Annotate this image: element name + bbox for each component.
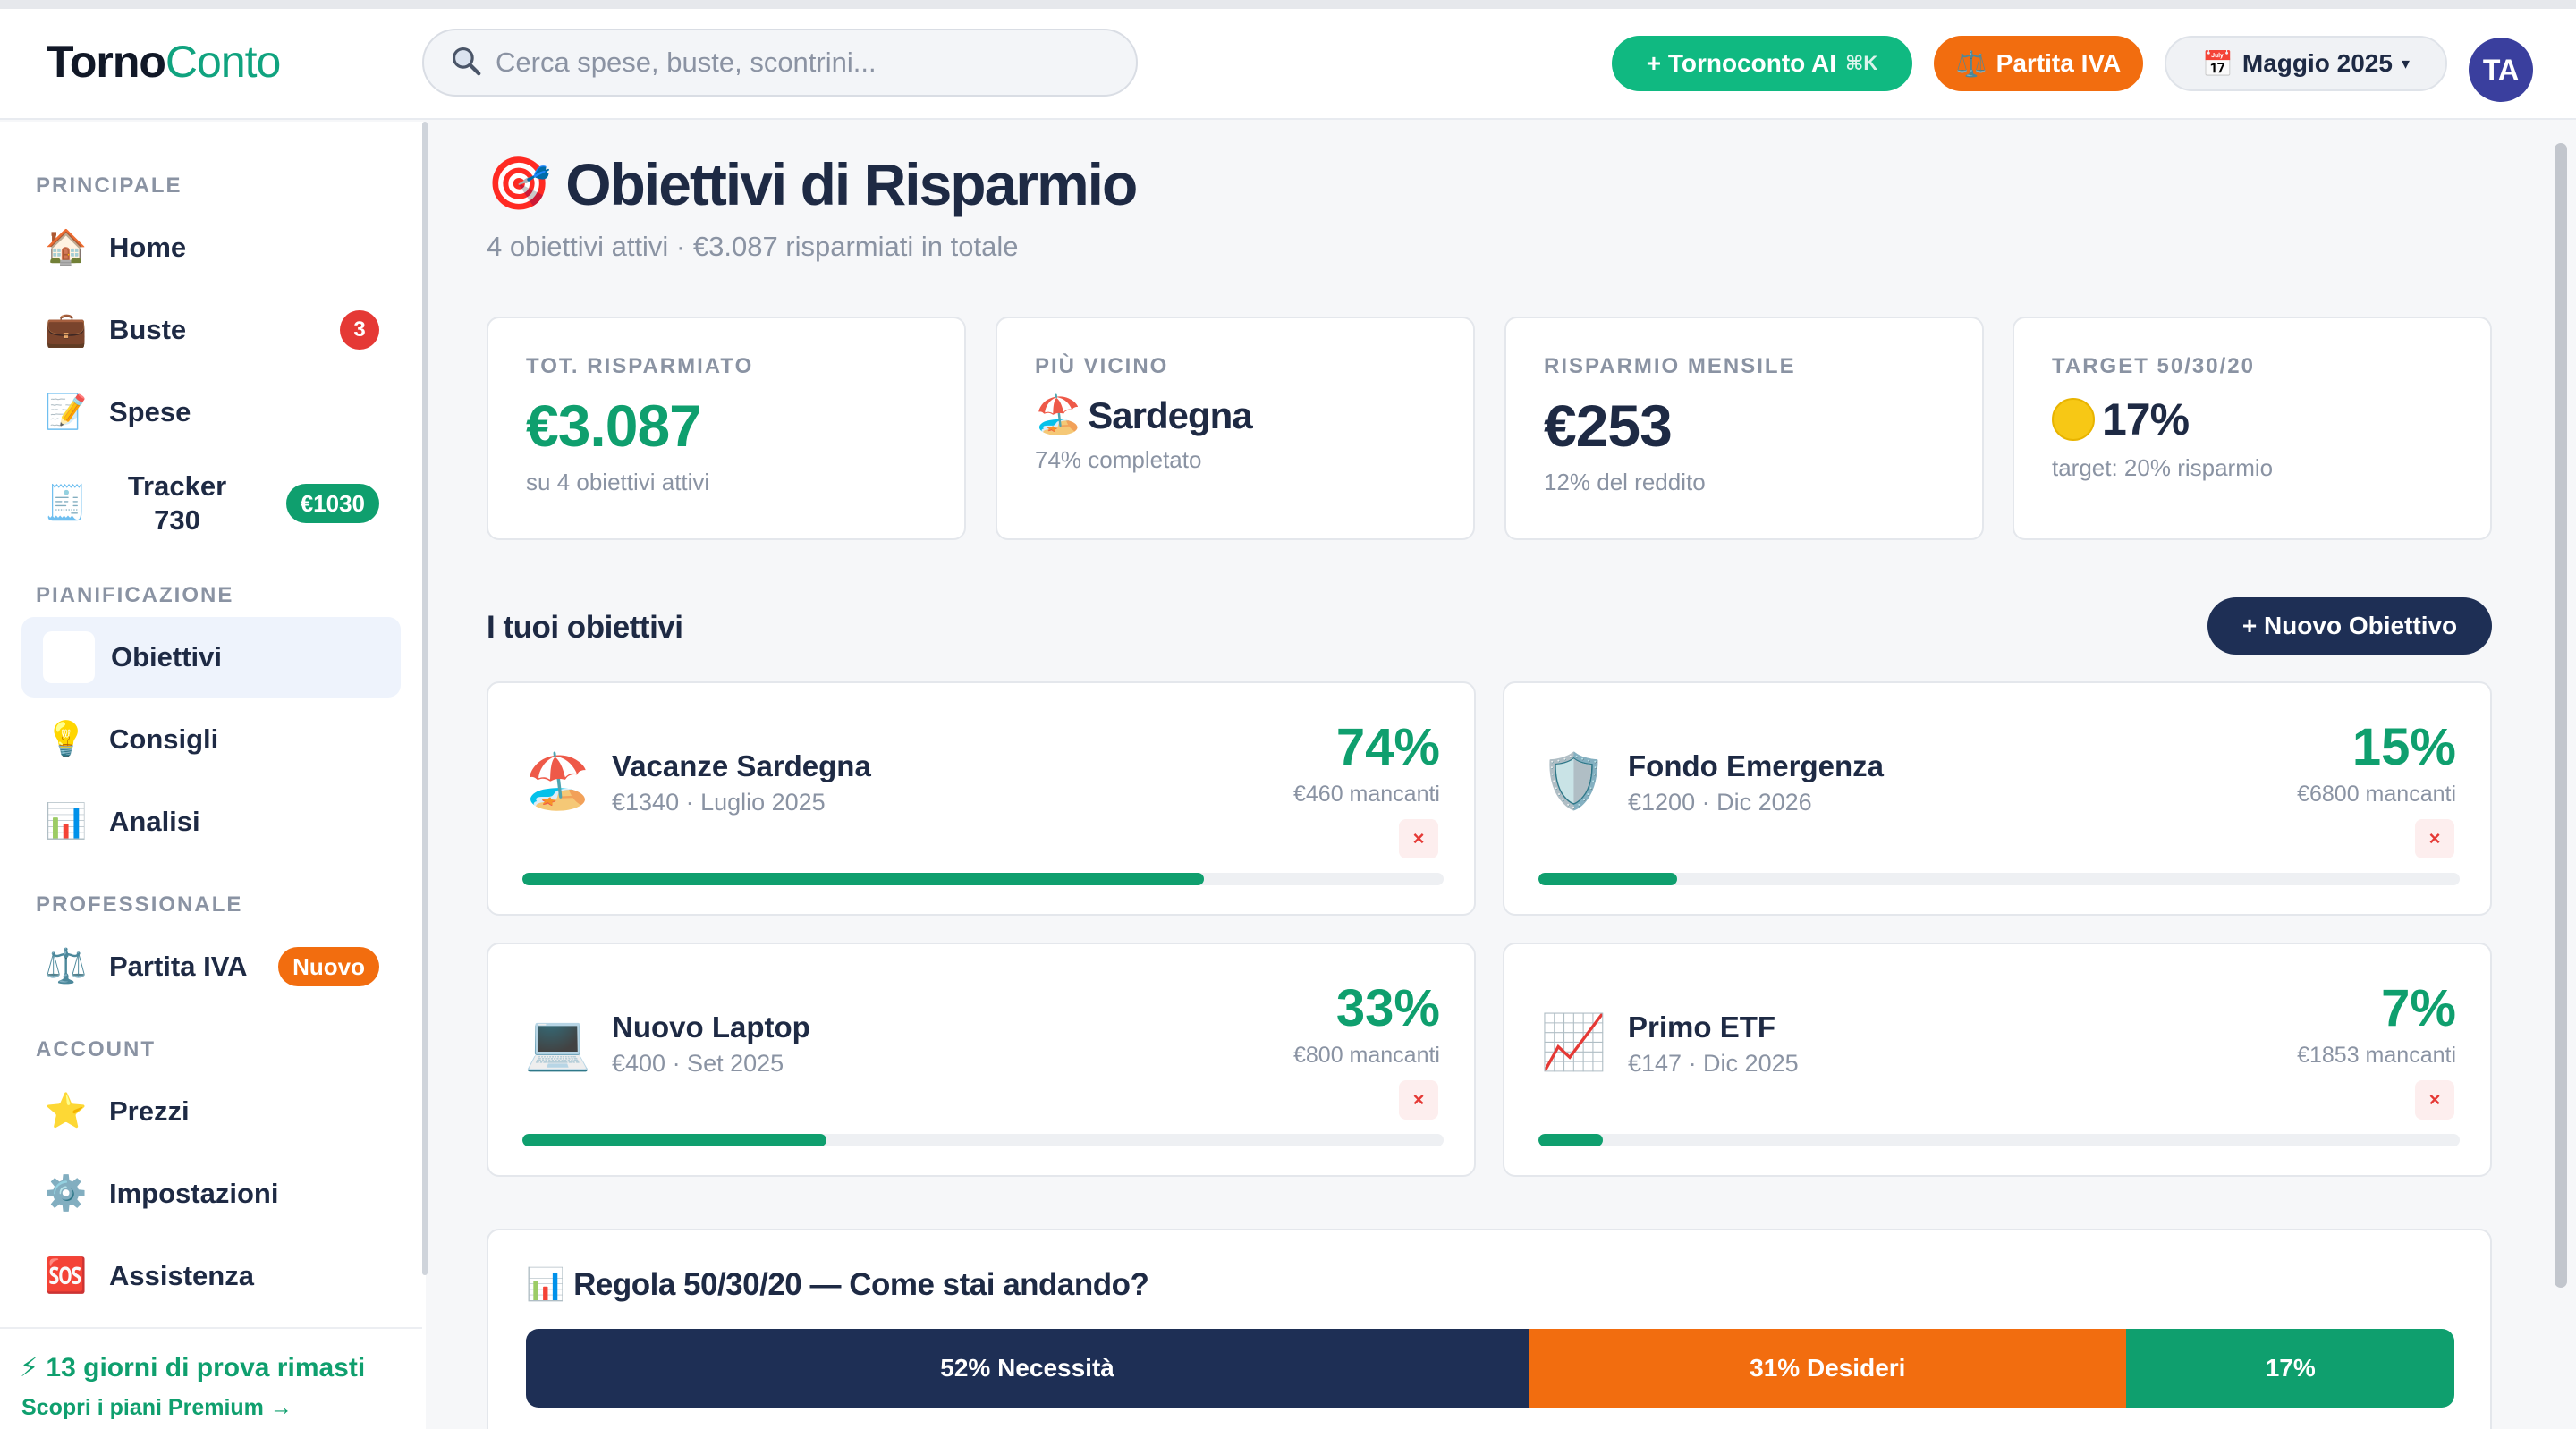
beach-umbrella-icon: 🏖️ [524, 751, 591, 811]
trial-status: ⚡ 13 giorni di prova rimasti [20, 1353, 366, 1382]
stat-closest: PIÙ VICINO 🏖️ Sardegna 74% completato [996, 317, 1475, 540]
target-icon: 🎯 [487, 155, 552, 213]
memo-icon: 📝 [45, 393, 88, 431]
buste-count-badge: 3 [340, 310, 379, 350]
user-avatar[interactable]: TA [2469, 38, 2533, 102]
star-icon: ⭐ [45, 1093, 88, 1130]
sos-icon: 🆘 [45, 1257, 88, 1295]
page-subtitle: 4 obiettivi attivi · €3.087 risparmiati … [487, 231, 1019, 262]
delete-goal-button[interactable]: × [1399, 819, 1438, 858]
target-icon [43, 631, 95, 683]
sidebar-item-spese[interactable]: 📝 Spese [21, 372, 401, 452]
segment-desideri: 31% Desideri [1529, 1329, 2127, 1408]
lightbulb-icon: 💡 [45, 721, 88, 758]
yellow-circle-icon [2052, 398, 2095, 441]
sidebar-item-home[interactable]: 🏠 Home [21, 207, 401, 288]
delete-goal-button[interactable]: × [2415, 1080, 2454, 1120]
sidebar-divider [0, 1327, 422, 1329]
chart-up-icon: 📈 [1540, 1012, 1607, 1072]
month-selector[interactable]: 📅 Maggio 2025 ▾ [2165, 36, 2447, 91]
goal-progress-fill [522, 1134, 826, 1146]
lightning-icon: ⚡ [20, 1353, 39, 1382]
goal-progress-fill [1538, 1134, 1604, 1146]
goals-section-title: I tuoi obiettivi [487, 610, 683, 645]
new-badge: Nuovo [278, 947, 379, 986]
sidebar-item-prezzi[interactable]: ⭐ Prezzi [21, 1071, 401, 1152]
bar-chart-icon: 📊 [526, 1267, 565, 1302]
tracker-amount-badge: €1030 [285, 484, 379, 523]
page-title: 🎯 Obiettivi di Risparmio [487, 151, 1138, 217]
delete-goal-button[interactable]: × [1399, 1080, 1438, 1120]
shield-icon: 🛡️ [1540, 751, 1607, 811]
app-logo[interactable]: TornoConto [47, 36, 281, 88]
budget-split-bar: 52% Necessità 31% Desideri 17% [526, 1329, 2454, 1408]
browser-top-strip [0, 0, 2576, 9]
goal-progress-bar [522, 873, 1444, 885]
sidebar-item-buste[interactable]: 💼 Buste 3 [21, 290, 401, 370]
shortcut-hint: ⌘K [1845, 52, 1878, 74]
scales-icon: ⚖️ [45, 948, 88, 985]
goal-progress-bar [522, 1134, 1444, 1146]
goal-card[interactable]: 📈 Primo ETF €147 · Dic 2025 7% €1853 man… [1503, 943, 2492, 1177]
section-professionale: PROFESSIONALE [36, 892, 243, 917]
goal-progress-bar [1538, 873, 2460, 885]
sidebar-item-tracker-730[interactable]: 🧾 Tracker 730 €1030 [21, 463, 401, 544]
laptop-icon: 💻 [524, 1012, 591, 1072]
top-header: TornoConto + Tornoconto AI ⌘K ⚖️ Partita… [0, 9, 2576, 120]
beach-umbrella-icon: 🏖️ [1035, 393, 1081, 435]
stat-total-saved: TOT. RISPARMIATO €3.087 su 4 obiettivi a… [487, 317, 966, 540]
sidebar-item-partita-iva[interactable]: ⚖️ Partita IVA Nuovo [21, 926, 401, 1007]
sidebar-scrollbar[interactable] [422, 122, 428, 1275]
sidebar-item-assistenza[interactable]: 🆘 Assistenza [21, 1236, 401, 1316]
sidebar-item-analisi[interactable]: 📊 Analisi [21, 782, 401, 862]
calendar-icon: 📅 [2202, 49, 2233, 78]
section-account: ACCOUNT [36, 1037, 156, 1061]
goal-card[interactable]: 💻 Nuovo Laptop €400 · Set 2025 33% €800 … [487, 943, 1476, 1177]
main-scrollbar[interactable] [2555, 143, 2567, 1288]
gear-icon: ⚙️ [45, 1175, 88, 1213]
bar-chart-icon: 📊 [45, 803, 88, 841]
stat-target-503020: TARGET 50/30/20 17% target: 20% risparmi… [2012, 317, 2492, 540]
sidebar-item-impostazioni[interactable]: ⚙️ Impostazioni [21, 1154, 401, 1234]
goal-progress-fill [1538, 873, 1677, 885]
stat-monthly-saving: RISPARMIO MENSILE €253 12% del reddito [1504, 317, 1984, 540]
goal-card[interactable]: 🏖️ Vacanze Sardegna €1340 · Luglio 2025 … [487, 681, 1476, 916]
partita-iva-button[interactable]: ⚖️ Partita IVA [1934, 36, 2143, 91]
budget-rule-card: 📊 Regola 50/30/20 — Come stai andando? 5… [487, 1229, 2492, 1429]
search-icon [449, 44, 483, 82]
budget-rule-title: 📊 Regola 50/30/20 — Come stai andando? [526, 1266, 1149, 1303]
tornoconto-ai-button[interactable]: + Tornoconto AI ⌘K [1612, 36, 1912, 91]
house-icon: 🏠 [45, 229, 88, 266]
sidebar-item-obiettivi[interactable]: Obiettivi [21, 617, 401, 698]
segment-risparmio: 17% [2126, 1329, 2454, 1408]
delete-goal-button[interactable]: × [2415, 819, 2454, 858]
new-goal-button[interactable]: + Nuovo Obiettivo [2207, 597, 2492, 655]
segment-necessita: 52% Necessità [526, 1329, 1530, 1408]
scales-icon: ⚖️ [1955, 49, 1987, 78]
search-input[interactable] [496, 47, 1122, 79]
premium-plans-link[interactable]: Scopri i piani Premium → [21, 1395, 292, 1421]
receipt-icon: 🧾 [45, 485, 88, 522]
goal-card[interactable]: 🛡️ Fondo Emergenza €1200 · Dic 2026 15% … [1503, 681, 2492, 916]
sidebar-item-consigli[interactable]: 💡 Consigli [21, 699, 401, 780]
section-principale: PRINCIPALE [36, 173, 182, 198]
goal-progress-bar [1538, 1134, 2460, 1146]
chevron-down-icon: ▾ [2401, 54, 2410, 72]
briefcase-icon: 💼 [45, 311, 88, 349]
search-box[interactable] [422, 29, 1138, 97]
goal-progress-fill [522, 873, 1205, 885]
section-pianificazione: PIANIFICAZIONE [36, 583, 234, 607]
